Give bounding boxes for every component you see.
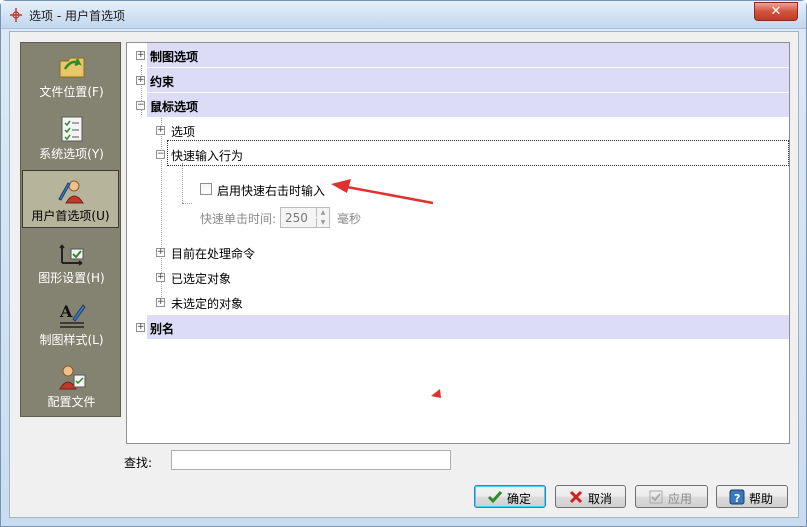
dialog-body: 文件位置(F) 系统选项(Y) 用户首选项(U) 图形设置(H) A 制图样式(…	[9, 31, 799, 518]
cancel-button[interactable]: 取消	[555, 485, 626, 508]
find-input[interactable]	[171, 450, 451, 470]
sidebar-item-drafting-style[interactable]: A 制图样式(L)	[21, 295, 122, 355]
tree-node-label: 快速输入行为	[171, 149, 244, 163]
cancel-button-label: 取消	[588, 492, 613, 506]
sidebar-item-user-preferences[interactable]: 用户首选项(U)	[22, 170, 119, 228]
sidebar-item-system-options[interactable]: 系统选项(Y)	[21, 109, 122, 169]
tree-node-current-command[interactable]: 目前在处理命令	[127, 240, 789, 264]
sidebar-item-graphic-settings[interactable]: 图形设置(H)	[21, 233, 122, 293]
expand-icon[interactable]: +	[136, 323, 145, 332]
svg-text:A: A	[59, 302, 73, 321]
annotation-marker	[431, 389, 441, 398]
folder-icon	[59, 57, 84, 78]
tree-node-label: 已选定对象	[171, 272, 232, 286]
tree-node-drawing-options[interactable]: 制图选项	[147, 43, 789, 67]
tree-node-label: 选项	[171, 125, 196, 139]
collapse-icon[interactable]: −	[136, 101, 145, 110]
tree-node-label: 未选定的对象	[171, 297, 244, 311]
spin-down-icon[interactable]: ▼	[316, 218, 329, 227]
spinner-value: 250	[285, 211, 308, 225]
tree-node-label: 别名	[150, 322, 175, 336]
graphic-settings-icon	[58, 244, 83, 266]
sidebar-item-label: 制图样式(L)	[39, 333, 104, 347]
tree-node-aliases[interactable]: 别名	[147, 315, 789, 339]
expand-icon[interactable]: +	[136, 51, 145, 60]
annotation-arrow	[331, 179, 434, 205]
tree-connector	[182, 163, 183, 203]
expand-icon[interactable]: +	[136, 76, 145, 85]
sidebar-item-label: 图形设置(H)	[38, 271, 105, 285]
close-button[interactable]: ✕	[754, 2, 798, 21]
ok-button-label: 确定	[507, 492, 532, 506]
sidebar-item-label: 用户首选项(U)	[31, 209, 110, 223]
svg-text:?: ?	[734, 492, 740, 505]
sidebar-item-label: 配置文件	[47, 395, 96, 409]
apply-button[interactable]: 应用	[635, 485, 708, 508]
ok-button[interactable]: 确定	[474, 485, 546, 508]
category-sidebar: 文件位置(F) 系统选项(Y) 用户首选项(U) 图形设置(H) A 制图样式(…	[20, 42, 121, 417]
options-tree: 制图选项 + 约束 + 鼠标选项 − 选项 + 快速输入行为 − 启用快速右击时…	[126, 42, 790, 444]
expand-icon[interactable]: +	[156, 273, 165, 282]
user-pencil-icon	[57, 180, 84, 204]
help-button-label: 帮助	[749, 492, 774, 506]
quick-right-click-checkbox[interactable]	[200, 183, 212, 195]
expand-icon[interactable]: +	[156, 298, 165, 307]
sidebar-item-profiles[interactable]: 配置文件	[21, 357, 122, 417]
tree-node-unselected-objects[interactable]: 未选定的对象	[127, 290, 789, 314]
checklist-icon	[61, 116, 82, 142]
checkmark-icon	[487, 491, 503, 504]
quick-click-time-spinner[interactable]: 250 ▲ ▼	[280, 207, 330, 228]
tree-connector	[182, 203, 192, 204]
tree-node-mouse-options[interactable]: 鼠标选项	[147, 93, 789, 117]
title-bar: 选项 - 用户首选项 ✕	[1, 1, 806, 29]
tree-node-label: 制图选项	[150, 50, 199, 64]
sidebar-item-file-locations[interactable]: 文件位置(F)	[21, 47, 122, 107]
help-button[interactable]: ? 帮助	[716, 485, 788, 508]
profile-icon	[58, 365, 85, 390]
collapse-icon[interactable]: −	[156, 150, 165, 159]
tree-node-constraints[interactable]: 约束	[147, 68, 789, 92]
quick-right-click-label: 启用快速右击时输入	[217, 184, 326, 198]
sidebar-item-label: 文件位置(F)	[39, 85, 104, 99]
cross-icon	[569, 490, 583, 504]
tree-node-label: 目前在处理命令	[171, 247, 256, 261]
tree-node-label: 约束	[150, 75, 175, 89]
tree-node-options[interactable]: 选项	[127, 118, 789, 142]
apply-button-label: 应用	[668, 492, 693, 506]
tree-node-label: 鼠标选项	[150, 100, 199, 114]
sidebar-item-label: 系统选项(Y)	[39, 147, 104, 161]
find-label: 查找:	[124, 456, 153, 470]
close-icon: ✕	[770, 4, 782, 19]
expand-icon[interactable]: +	[156, 248, 165, 257]
expand-icon[interactable]: +	[156, 126, 165, 135]
options-dialog: 选项 - 用户首选项 ✕ 文件位置(F) 系统选项(Y) 用户首选项(U) 图形…	[0, 0, 807, 527]
quick-click-time-label: 快速单击时间:	[200, 212, 277, 226]
tree-node-selected-objects[interactable]: 已选定对象	[127, 265, 789, 289]
drafting-style-icon: A	[59, 302, 86, 328]
help-icon: ?	[729, 489, 745, 505]
apply-icon	[649, 490, 663, 504]
app-icon	[10, 8, 22, 22]
window-title: 选项 - 用户首选项	[29, 9, 125, 23]
tree-node-quick-input[interactable]: 快速输入行为	[127, 142, 789, 166]
